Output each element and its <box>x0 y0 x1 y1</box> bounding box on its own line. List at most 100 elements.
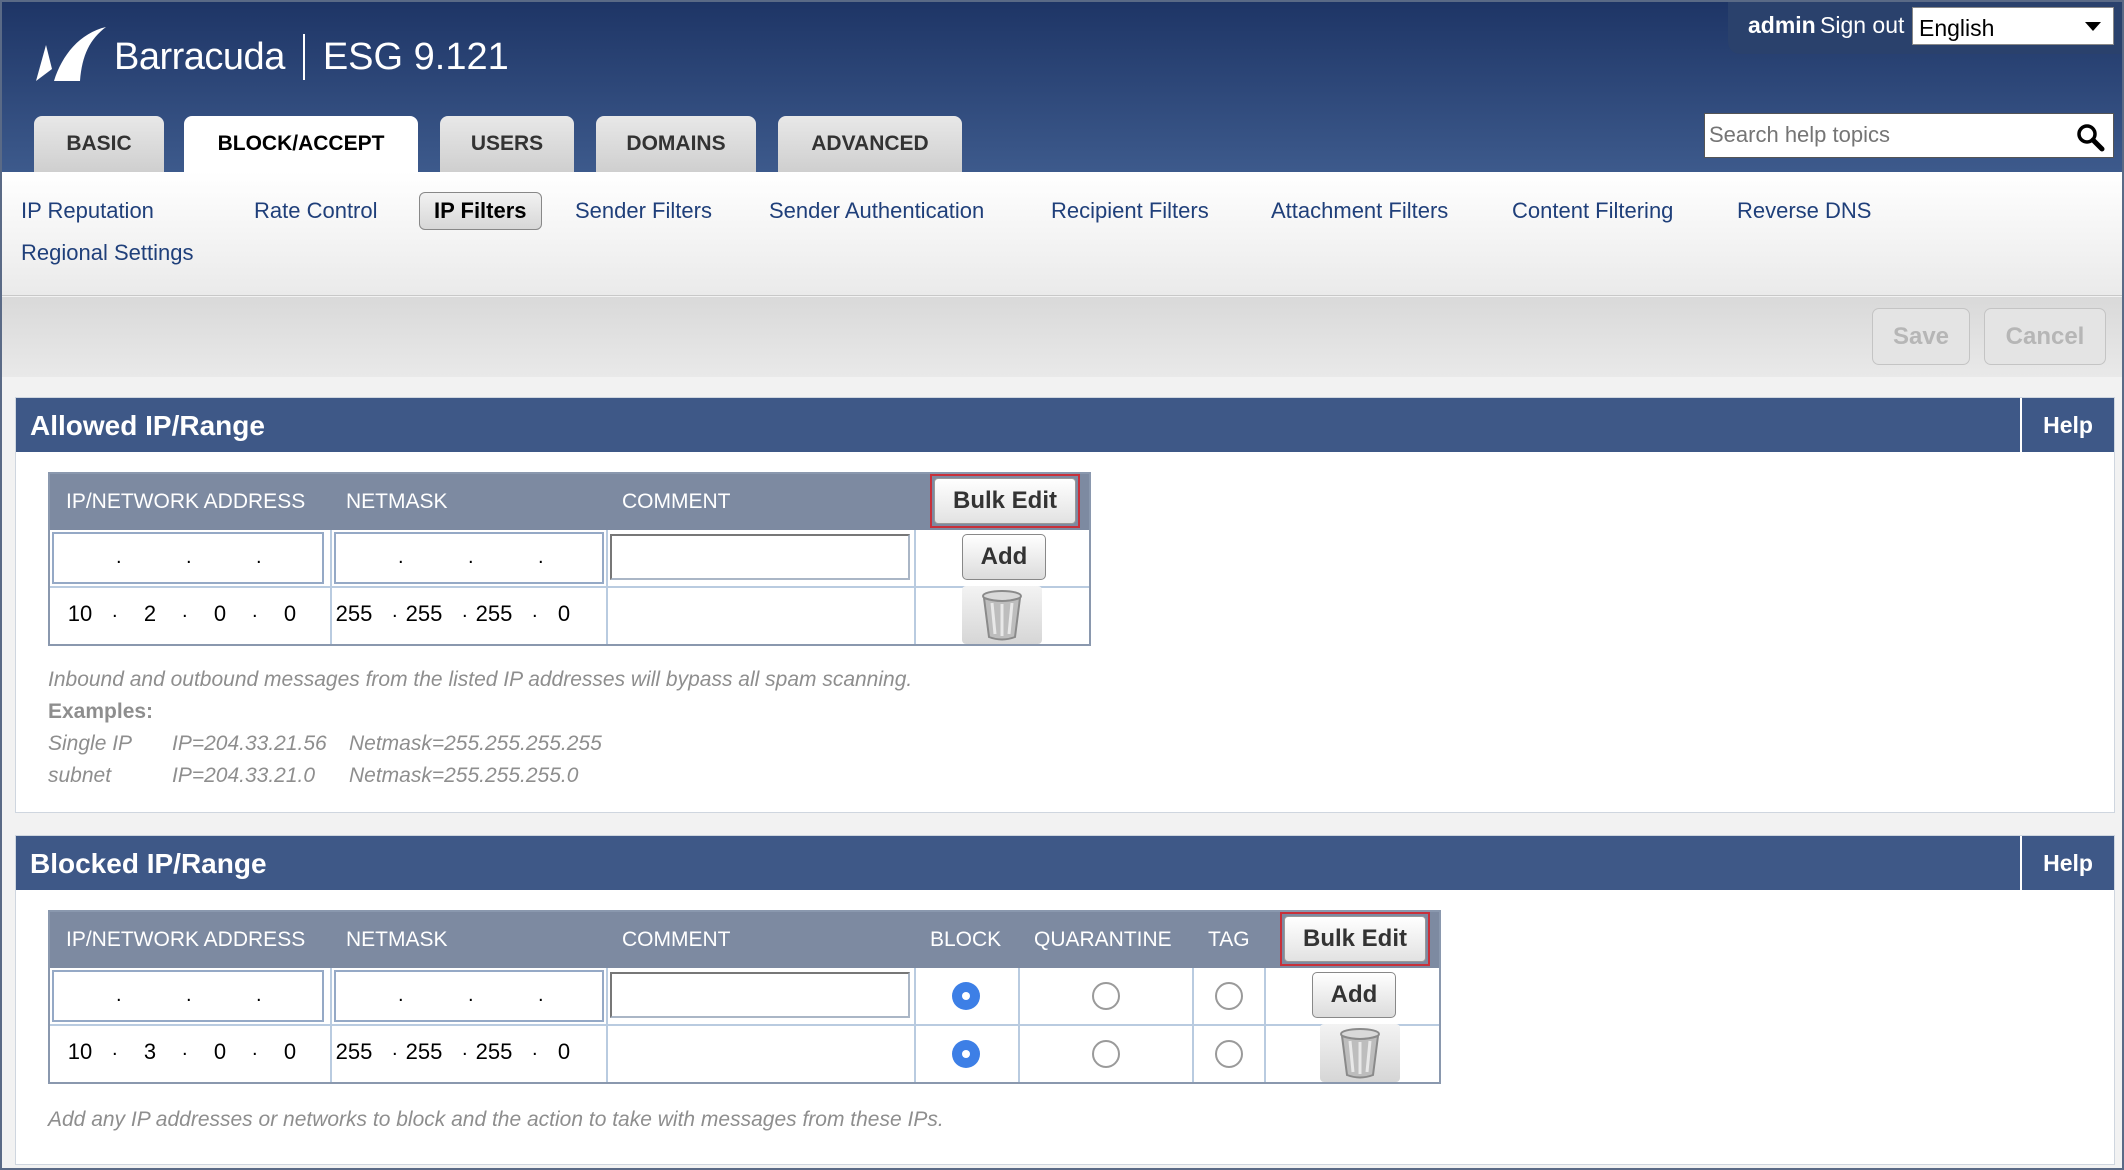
example-row: Single IP <box>48 732 132 756</box>
add-button[interactable]: Add <box>962 534 1046 580</box>
tag-radio[interactable] <box>1215 1040 1243 1068</box>
netmask-input[interactable]: ... <box>334 970 604 1022</box>
search-input[interactable] <box>1707 116 2059 154</box>
app-header: Barracuda ESG 9.121 admin Sign out Engli… <box>2 2 2122 172</box>
trash-icon <box>980 589 1024 641</box>
subnav-sender-authentication[interactable]: Sender Authentication <box>769 198 984 224</box>
subnav-ip-reputation[interactable]: IP Reputation <box>21 198 154 224</box>
barracuda-logo[interactable]: Barracuda ESG 9.121 <box>32 22 509 92</box>
section-title: Allowed IP/Range <box>30 410 265 442</box>
column-header: IP/NETWORK ADDRESS <box>66 474 305 530</box>
ip-address-input[interactable]: ... <box>52 532 324 584</box>
tab-users[interactable]: USERS <box>440 116 574 172</box>
example-netmask: Netmask=255.255.255.0 <box>349 764 578 788</box>
help-button[interactable]: Help <box>2020 398 2114 452</box>
ip-octet[interactable]: 2 <box>128 601 172 627</box>
bulk-edit-frame: Bulk Edit <box>930 474 1080 528</box>
blocked-ip-table: IP/NETWORK ADDRESS NETMASK COMMENT BLOCK… <box>48 910 1441 1084</box>
ip-octet[interactable]: 3 <box>128 1039 172 1065</box>
ip-octet[interactable]: 0 <box>268 601 312 627</box>
column-header: NETMASK <box>346 912 448 968</box>
subnav-reverse-dns[interactable]: Reverse DNS <box>1737 198 1871 224</box>
column-header: COMMENT <box>622 474 731 530</box>
netmask-input[interactable]: ... <box>334 532 604 584</box>
quarantine-radio[interactable] <box>1092 982 1120 1010</box>
blocked-ip-section: Blocked IP/Range Help IP/NETWORK ADDRESS… <box>15 835 2115 1165</box>
ip-address-input[interactable]: ... <box>52 970 324 1022</box>
delete-button[interactable] <box>1320 1024 1400 1082</box>
subnav-sender-filters[interactable]: Sender Filters <box>575 198 712 224</box>
netmask-octet[interactable]: 255 <box>332 601 376 627</box>
section-header: Allowed IP/Range Help <box>16 398 2114 452</box>
netmask-octet[interactable]: 255 <box>472 601 516 627</box>
user-panel: admin Sign out English <box>1728 2 2122 54</box>
bulk-edit-frame: Bulk Edit <box>1280 912 1430 966</box>
example-label: subnet <box>48 764 111 787</box>
tag-radio[interactable] <box>1215 982 1243 1010</box>
cancel-button[interactable]: Cancel <box>1984 308 2106 365</box>
allowed-help-text: Inbound and outbound messages from the l… <box>48 668 912 692</box>
sub-navigation: IP Reputation Rate Control IP Filters Se… <box>2 172 2122 296</box>
example-ip: IP=204.33.21.0 <box>172 764 315 788</box>
barracuda-fish-icon <box>32 25 112 89</box>
save-button[interactable]: Save <box>1872 308 1970 365</box>
blocked-help-text: Add any IP addresses or networks to bloc… <box>48 1108 944 1132</box>
row-divider <box>50 1024 1439 1026</box>
trash-icon <box>1338 1027 1382 1079</box>
column-header: QUARANTINE <box>1034 912 1172 968</box>
tab-advanced[interactable]: ADVANCED <box>778 116 962 172</box>
subnav-recipient-filters[interactable]: Recipient Filters <box>1051 198 1209 224</box>
help-search <box>1704 113 2114 158</box>
language-value: English <box>1919 15 1994 42</box>
ip-octet[interactable]: 10 <box>58 1039 102 1065</box>
example-netmask: Netmask=255.255.255.255 <box>349 732 602 756</box>
examples-label: Examples: <box>48 700 153 724</box>
example-ip: IP=204.33.21.56 <box>172 732 327 756</box>
subnav-regional-settings[interactable]: Regional Settings <box>21 240 193 266</box>
action-bar: Save Cancel <box>2 297 2122 377</box>
example-row: subnet <box>48 764 111 788</box>
example-label: Single IP <box>48 732 132 755</box>
netmask-octet[interactable]: 0 <box>542 601 586 627</box>
subnav-rate-control[interactable]: Rate Control <box>254 198 378 224</box>
ip-octet[interactable]: 10 <box>58 601 102 627</box>
subnav-content-filtering[interactable]: Content Filtering <box>1512 198 1673 224</box>
ip-octet[interactable]: 0 <box>268 1039 312 1065</box>
block-radio[interactable] <box>952 982 980 1010</box>
subnav-attachment-filters[interactable]: Attachment Filters <box>1271 198 1448 224</box>
netmask-octet[interactable]: 255 <box>402 601 446 627</box>
tab-block-accept[interactable]: BLOCK/ACCEPT <box>184 116 418 172</box>
netmask-octet[interactable]: 255 <box>402 1039 446 1065</box>
delete-button[interactable] <box>962 586 1042 644</box>
bulk-edit-button[interactable]: Bulk Edit <box>1284 916 1426 962</box>
row-divider <box>50 586 1089 588</box>
search-icon[interactable] <box>2075 122 2105 152</box>
sign-out-link[interactable]: Sign out <box>1820 12 1904 39</box>
comment-input[interactable] <box>610 534 910 580</box>
table-header: IP/NETWORK ADDRESS NETMASK COMMENT BLOCK… <box>50 912 1439 968</box>
netmask-octet[interactable]: 255 <box>332 1039 376 1065</box>
column-header: IP/NETWORK ADDRESS <box>66 912 305 968</box>
section-title: Blocked IP/Range <box>30 848 267 880</box>
ip-octet[interactable]: 0 <box>198 1039 242 1065</box>
chevron-down-icon <box>2085 22 2101 31</box>
tab-domains[interactable]: DOMAINS <box>596 116 756 172</box>
netmask-octet[interactable]: 255 <box>472 1039 516 1065</box>
netmask-octet[interactable]: 0 <box>542 1039 586 1065</box>
column-header: COMMENT <box>622 912 731 968</box>
column-header: TAG <box>1208 912 1250 968</box>
allowed-ip-section: Allowed IP/Range Help IP/NETWORK ADDRESS… <box>15 397 2115 813</box>
subnav-ip-filters[interactable]: IP Filters <box>419 192 542 230</box>
bulk-edit-button[interactable]: Bulk Edit <box>934 478 1076 524</box>
comment-input[interactable] <box>610 972 910 1018</box>
quarantine-radio[interactable] <box>1092 1040 1120 1068</box>
ip-octet[interactable]: 0 <box>198 601 242 627</box>
language-select[interactable]: English <box>1912 7 2114 45</box>
add-button[interactable]: Add <box>1312 972 1396 1018</box>
logo-divider <box>303 34 305 80</box>
allowed-ip-table: IP/NETWORK ADDRESS NETMASK COMMENT Bulk … <box>48 472 1091 646</box>
logo-text: Barracuda <box>114 36 285 79</box>
block-radio[interactable] <box>952 1040 980 1068</box>
help-button[interactable]: Help <box>2020 836 2114 890</box>
tab-basic[interactable]: BASIC <box>34 116 164 172</box>
